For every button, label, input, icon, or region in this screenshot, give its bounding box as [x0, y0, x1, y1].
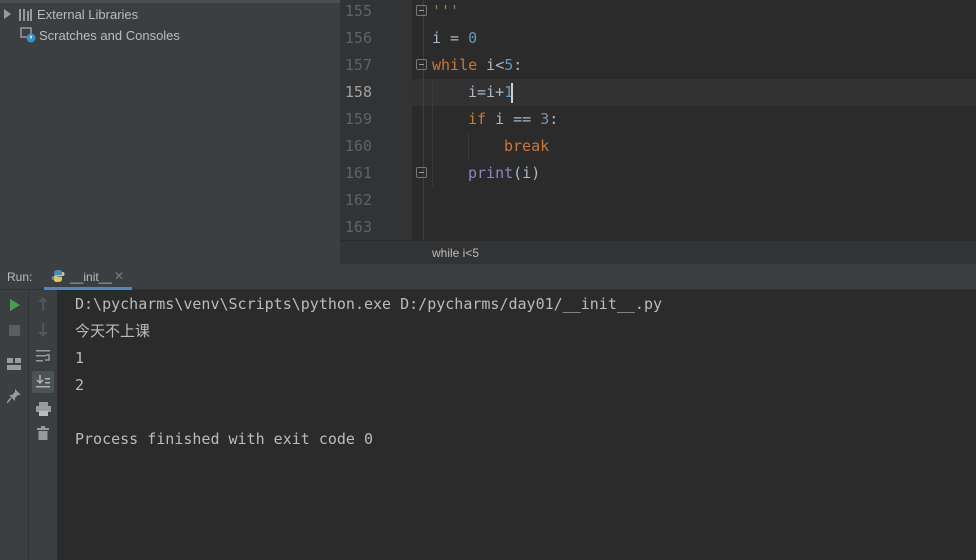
- code-token: i<: [477, 56, 505, 74]
- fold-toggle-icon[interactable]: [416, 167, 427, 178]
- code-line-155[interactable]: ''': [432, 0, 459, 25]
- console-line-output: 1: [75, 349, 85, 367]
- code-token: :: [513, 56, 523, 74]
- tree-item-scratches[interactable]: Scratches and Consoles: [20, 25, 180, 45]
- tree-item-label: External Libraries: [37, 6, 139, 22]
- run-label: Run:: [7, 270, 33, 284]
- fold-guide: [423, 0, 424, 240]
- console-line-output: 2: [75, 376, 85, 394]
- layout-icon[interactable]: [7, 358, 21, 370]
- console-toolbar: [29, 290, 58, 560]
- line-number: 159: [344, 110, 372, 128]
- text-caret: [511, 83, 513, 103]
- keyword-token: break: [504, 137, 550, 155]
- string-token: ''': [432, 2, 460, 20]
- run-tab-label: __init__: [70, 270, 113, 284]
- keyword-token: while: [432, 56, 478, 74]
- number-token: 5: [504, 56, 514, 74]
- up-arrow-icon[interactable]: [38, 297, 48, 311]
- keyword-token: if: [468, 110, 487, 128]
- python-icon: [51, 270, 65, 282]
- code-token: i=i+: [468, 83, 505, 101]
- line-number: 157: [344, 56, 372, 74]
- code-line-159[interactable]: if i == 3:: [468, 106, 558, 133]
- run-toolbar-left: [0, 290, 29, 560]
- print-icon[interactable]: [36, 402, 51, 416]
- number-token: 3: [540, 110, 550, 128]
- builtin-token: print: [468, 164, 514, 182]
- line-number: 160: [344, 137, 372, 155]
- code-line-158[interactable]: i=i+1: [468, 79, 513, 106]
- scratches-icon: [20, 27, 36, 43]
- run-tab[interactable]: __init__ ✕: [44, 264, 132, 290]
- code-line-160[interactable]: break: [504, 133, 549, 160]
- number-token: 0: [468, 29, 478, 47]
- run-console[interactable]: [58, 290, 976, 560]
- breadcrumb[interactable]: while i<5: [340, 240, 976, 265]
- line-number: 163: [344, 218, 372, 236]
- rerun-icon[interactable]: [9, 299, 21, 311]
- line-number: 156: [344, 29, 372, 47]
- line-number: 155: [344, 2, 372, 20]
- pin-icon[interactable]: [7, 389, 21, 403]
- expand-arrow-icon[interactable]: [4, 9, 11, 19]
- line-number: 162: [344, 191, 372, 209]
- close-tab-icon[interactable]: ✕: [114, 269, 124, 283]
- console-line-command: D:\pycharms\venv\Scripts\python.exe D:/p…: [75, 295, 662, 313]
- divider: [0, 0, 340, 3]
- code-line-161[interactable]: print(i): [468, 160, 540, 187]
- line-number-current: 158: [344, 83, 372, 101]
- scroll-to-end-icon: [36, 375, 50, 388]
- code-token: (i): [513, 164, 541, 182]
- trash-icon[interactable]: [37, 426, 49, 440]
- down-arrow-icon[interactable]: [38, 323, 48, 337]
- code-token: i =: [432, 29, 469, 47]
- fold-toggle-icon[interactable]: [416, 5, 427, 16]
- console-line-output: 今天不上课: [75, 322, 151, 340]
- console-line-exit-status: Process finished with exit code 0: [75, 430, 374, 448]
- library-icon: [19, 8, 32, 21]
- project-panel: External Libraries Scratches and Console…: [0, 0, 340, 264]
- indent-guide: [468, 133, 469, 160]
- tree-item-external-libraries[interactable]: External Libraries: [4, 4, 138, 24]
- code-token: i ==: [486, 110, 541, 128]
- indent-guide: [432, 79, 433, 187]
- code-line-157[interactable]: while i<5:: [432, 52, 522, 79]
- tree-item-label: Scratches and Consoles: [39, 27, 180, 43]
- fold-toggle-icon[interactable]: [416, 59, 427, 70]
- scroll-to-end-button[interactable]: [32, 371, 54, 393]
- code-token: :: [549, 110, 559, 128]
- line-number: 161: [344, 164, 372, 182]
- breadcrumb-label[interactable]: while i<5: [432, 246, 479, 260]
- code-line-156[interactable]: i = 0: [432, 25, 477, 52]
- run-toolbar-header: Run: __init__ ✕: [0, 264, 976, 290]
- soft-wrap-icon[interactable]: [36, 349, 51, 363]
- stop-icon[interactable]: [9, 325, 20, 336]
